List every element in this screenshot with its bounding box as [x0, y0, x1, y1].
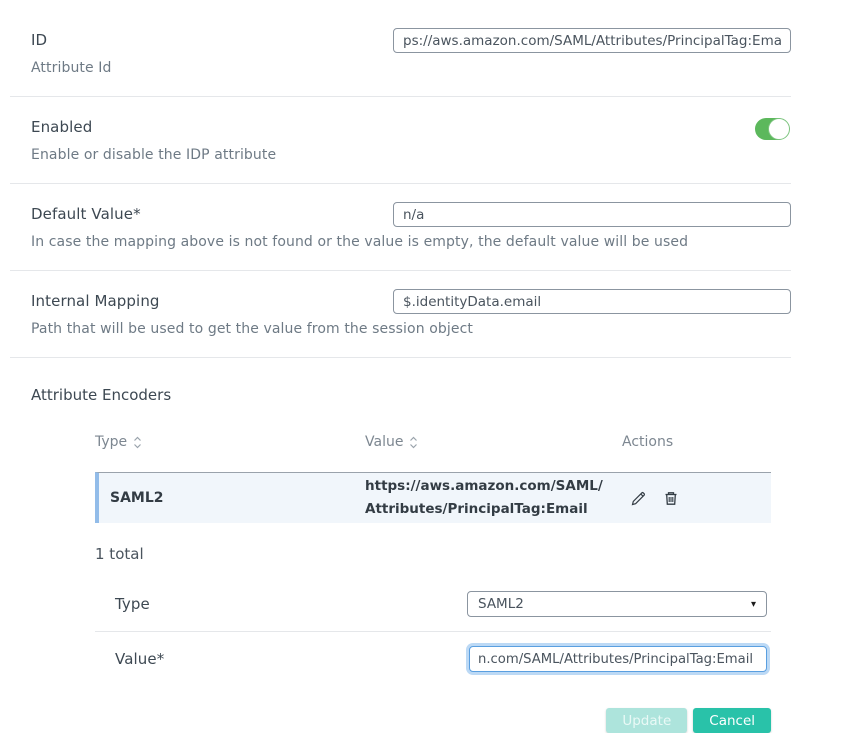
editor-actions: Update Cancel: [95, 708, 771, 733]
toggle-knob: [768, 118, 790, 140]
default-value-label: Default Value*: [10, 194, 141, 223]
section-enabled: Enabled Enable or disable the IDP attrib…: [10, 97, 791, 184]
update-button[interactable]: Update: [606, 708, 687, 733]
trash-icon: [663, 495, 679, 510]
id-input[interactable]: [393, 28, 791, 53]
column-header-type[interactable]: Type: [95, 434, 365, 450]
enabled-help-text: Enable or disable the IDP attribute: [10, 147, 791, 163]
encoder-value-input[interactable]: [469, 646, 767, 672]
edit-row-button[interactable]: [630, 490, 647, 507]
delete-row-button[interactable]: [663, 490, 679, 507]
encoders-table-header: Type Value Actions: [95, 404, 771, 472]
default-value-help-text: In case the mapping above is not found o…: [10, 234, 791, 250]
internal-mapping-help-text: Path that will be used to get the value …: [10, 321, 791, 337]
editor-value-row: Value*: [95, 631, 771, 686]
total-count: 1 total: [95, 545, 791, 563]
internal-mapping-input[interactable]: [393, 289, 791, 314]
section-internal-mapping: Internal Mapping Path that will be used …: [10, 271, 791, 358]
row-type-cell: SAML2: [99, 490, 365, 506]
type-select[interactable]: SAML2 ▾: [467, 591, 767, 617]
sort-icon: [409, 436, 418, 449]
table-row[interactable]: SAML2 https://aws.amazon.com/SAML/ Attri…: [95, 472, 771, 523]
id-label: ID: [10, 20, 47, 49]
type-select-value: SAML2: [478, 596, 524, 612]
row-actions-cell: [622, 490, 771, 507]
encoder-editor: Type SAML2 ▾ Value* Update Cancel: [95, 577, 771, 733]
enabled-toggle[interactable]: [755, 118, 789, 140]
enabled-label: Enabled: [10, 107, 92, 136]
idp-attribute-form: ID Attribute Id Enabled Enable or disabl…: [0, 0, 851, 733]
editor-type-label: Type: [95, 595, 150, 613]
editor-type-row: Type SAML2 ▾: [95, 577, 771, 631]
cancel-button[interactable]: Cancel: [693, 708, 771, 733]
editor-value-label: Value*: [95, 650, 164, 668]
column-header-actions: Actions: [622, 434, 771, 450]
encoders-table: Type Value Actions SAML2 https://aws.ama…: [95, 404, 771, 523]
internal-mapping-label: Internal Mapping: [10, 281, 160, 310]
default-value-input[interactable]: [393, 202, 791, 227]
section-id: ID Attribute Id: [10, 20, 791, 97]
sort-icon: [133, 436, 142, 449]
caret-down-icon: ▾: [751, 599, 756, 610]
row-value-cell: https://aws.amazon.com/SAML/ Attributes/…: [365, 473, 622, 523]
id-help-text: Attribute Id: [10, 60, 791, 76]
pencil-icon: [630, 495, 647, 510]
section-default-value: Default Value* In case the mapping above…: [10, 184, 791, 271]
attribute-encoders-title: Attribute Encoders: [10, 358, 791, 404]
column-header-value[interactable]: Value: [365, 434, 622, 450]
